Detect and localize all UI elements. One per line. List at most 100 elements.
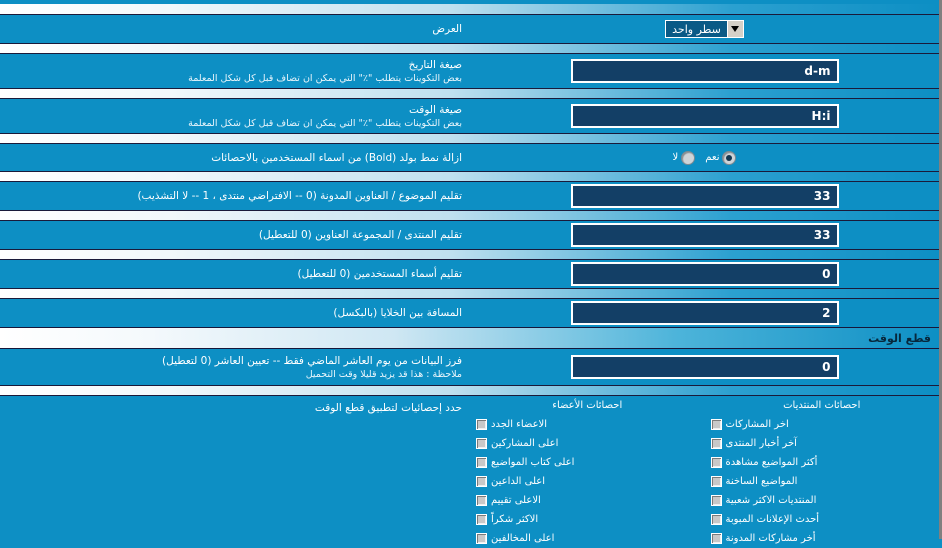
- display-control-cell: سطر واحد: [470, 20, 939, 38]
- checkbox-label: اعلى كتاب المواضيع: [491, 457, 575, 468]
- separator-bar: [0, 171, 939, 182]
- trim-topic-control-cell: [470, 184, 939, 208]
- row-trim-usernames: تقليم أسماء المستخدمين (0 للتعطيل): [0, 260, 939, 288]
- time-format-label-cell: صيغة الوقت بعض التكوينات يتطلب "٪" التي …: [0, 101, 470, 132]
- separator-bar: [0, 288, 939, 299]
- checkbox-icon[interactable]: [476, 476, 487, 487]
- time-cut-stats-label-cell: حدد إحصائيات لتطبيق قطع الوقت: [0, 398, 470, 548]
- checkbox-label: اعلى الداعين: [491, 476, 546, 487]
- list-item[interactable]: الاعلى تقييم: [476, 491, 699, 510]
- checkbox-label: الاكثر شكراً: [491, 514, 539, 525]
- trim-usernames-control-cell: [470, 262, 939, 286]
- checkbox-icon[interactable]: [476, 495, 487, 506]
- row-display: سطر واحد العرض: [0, 15, 939, 43]
- separator-bar: [0, 88, 939, 99]
- trim-forum-label: تقليم المنتدى / المجموعة العناوين (0 للت…: [258, 229, 462, 241]
- checkbox-icon[interactable]: [476, 457, 487, 468]
- date-format-control-cell: [470, 59, 939, 83]
- separator-bar: [0, 385, 939, 396]
- display-label-cell: العرض: [0, 20, 470, 38]
- trim-usernames-input[interactable]: [570, 262, 839, 286]
- cell-spacing-label-cell: المسافة بين الخلايا (بالبكسل): [0, 304, 470, 322]
- chevron-down-icon[interactable]: [726, 21, 743, 37]
- bold-removal-radio-no[interactable]: لا: [672, 150, 696, 165]
- checkbox-label: اخر المشاركات: [725, 419, 789, 430]
- cell-spacing-input[interactable]: [570, 301, 839, 325]
- checkbox-icon[interactable]: [476, 419, 487, 430]
- bold-removal-radio-yes[interactable]: نعم: [705, 150, 737, 165]
- date-format-description: بعض التكوينات يتطلب "٪" التي يمكن ان تضا…: [188, 72, 462, 84]
- list-item[interactable]: الاعضاء الجدد: [476, 415, 699, 434]
- list-item[interactable]: اعلى الداعين: [476, 472, 699, 491]
- trim-usernames-label-cell: تقليم أسماء المستخدمين (0 للتعطيل): [0, 265, 470, 283]
- sort-data-label-cell: فرز البيانات من يوم العاشر الماضي فقط --…: [0, 352, 470, 383]
- checkbox-icon[interactable]: [710, 438, 722, 449]
- separator-bar: [0, 133, 939, 144]
- bold-removal-radio-no-label: لا: [672, 152, 679, 163]
- time-format-label: صيغة الوقت: [409, 103, 462, 116]
- row-trim-topic: تقليم الموضوع / العناوين المدونة (0 -- ا…: [0, 182, 939, 210]
- list-item[interactable]: أكثر المواضيع مشاهدة: [710, 453, 934, 472]
- display-mode-select[interactable]: سطر واحد: [665, 20, 744, 38]
- sort-data-input[interactable]: [570, 355, 839, 379]
- checkbox-icon[interactable]: [710, 419, 722, 430]
- checkbox-icon[interactable]: [710, 476, 722, 487]
- cell-spacing-label: المسافة بين الخلايا (بالبكسل): [333, 307, 462, 319]
- list-item[interactable]: آخر أخبار المنتدى: [710, 434, 934, 453]
- row-bold-removal: نعم لا ازالة نمط بولد (Bold) من اسماء ال…: [0, 144, 939, 171]
- row-trim-forum: تقليم المنتدى / المجموعة العناوين (0 للت…: [0, 221, 939, 249]
- checkbox-label: المنتديات الاكثر شعبية: [725, 495, 817, 506]
- checkbox-icon[interactable]: [710, 514, 722, 525]
- settings-page: سطر واحد العرض صيغة التاريخ بعض التكوينا…: [0, 0, 942, 548]
- checkbox-icon[interactable]: [476, 514, 487, 525]
- checkbox-label: أكثر المواضيع مشاهدة: [725, 457, 818, 468]
- row-time-format: صيغة الوقت بعض التكوينات يتطلب "٪" التي …: [0, 99, 939, 133]
- list-item[interactable]: اعلى المشاركين: [476, 434, 699, 453]
- time-cut-stats-label: حدد إحصائيات لتطبيق قطع الوقت: [314, 402, 462, 414]
- stats-columns: احصائات المنتديات اخر المشاركات آخر أخبا…: [470, 398, 939, 548]
- list-item[interactable]: اعلى كتاب المواضيع: [476, 453, 699, 472]
- separator-bar: [0, 249, 939, 260]
- trim-forum-label-cell: تقليم المنتدى / المجموعة العناوين (0 للت…: [0, 226, 470, 244]
- radio-unselected-icon[interactable]: [681, 150, 696, 165]
- bold-removal-radio-group: نعم لا: [672, 150, 737, 165]
- checkbox-label: اعلى المشاركين: [491, 438, 559, 449]
- checkbox-icon[interactable]: [710, 495, 722, 506]
- list-item[interactable]: المواضيع الساخنة: [710, 472, 934, 491]
- trim-topic-label: تقليم الموضوع / العناوين المدونة (0 -- ا…: [137, 190, 462, 202]
- row-sort-data: فرز البيانات من يوم العاشر الماضي فقط --…: [0, 349, 939, 385]
- stats-column-members: احصائات الأعضاء الاعضاء الجدد اعلى المشا…: [470, 398, 705, 548]
- date-format-label-cell: صيغة التاريخ بعض التكوينات يتطلب "٪" الت…: [0, 56, 470, 87]
- trim-forum-input[interactable]: [570, 223, 839, 247]
- sort-data-note: ملاحظة : هذا قد يزيد قليلا وقت التحميل: [305, 368, 462, 380]
- time-format-description: بعض التكوينات يتطلب "٪" التي يمكن ان تضا…: [188, 117, 462, 129]
- display-label: العرض: [432, 23, 462, 35]
- section-header-title: قطع الوقت: [868, 331, 931, 345]
- bold-removal-label-cell: ازالة نمط بولد (Bold) من اسماء المستخدمي…: [0, 149, 470, 167]
- list-item[interactable]: اخر المشاركات: [710, 415, 934, 434]
- time-format-input[interactable]: [570, 104, 839, 128]
- date-format-input[interactable]: [570, 59, 839, 83]
- separator-bar: [0, 43, 939, 54]
- checkbox-icon[interactable]: [476, 438, 487, 449]
- cell-spacing-control-cell: [470, 301, 939, 325]
- bold-removal-control-cell: نعم لا: [470, 150, 939, 165]
- checkbox-icon[interactable]: [710, 457, 722, 468]
- checkbox-label: الاعضاء الجدد: [491, 419, 548, 430]
- list-item[interactable]: أحدث الإعلانات المبوبة: [710, 510, 934, 529]
- bold-removal-label: ازالة نمط بولد (Bold) من اسماء المستخدمي…: [211, 151, 462, 164]
- row-cell-spacing: المسافة بين الخلايا (بالبكسل): [0, 299, 939, 327]
- trim-usernames-label: تقليم أسماء المستخدمين (0 للتعطيل): [297, 268, 462, 280]
- trim-topic-input[interactable]: [570, 184, 839, 208]
- stats-column-members-header: احصائات الأعضاء: [552, 400, 623, 411]
- display-mode-value: سطر واحد: [666, 21, 727, 37]
- list-item[interactable]: المنتديات الاكثر شعبية: [710, 491, 934, 510]
- checkbox-label: آخر أخبار المنتدى: [725, 438, 797, 449]
- bold-removal-radio-yes-label: نعم: [705, 152, 720, 163]
- list-item[interactable]: الاكثر شكراً: [476, 510, 699, 529]
- time-cut-stats-area: احصائات المنتديات اخر المشاركات آخر أخبا…: [0, 396, 939, 548]
- checkbox-label: المواضيع الساخنة: [725, 476, 798, 487]
- date-format-label: صيغة التاريخ: [408, 58, 462, 71]
- radio-selected-icon[interactable]: [722, 150, 737, 165]
- trim-topic-label-cell: تقليم الموضوع / العناوين المدونة (0 -- ا…: [0, 187, 470, 205]
